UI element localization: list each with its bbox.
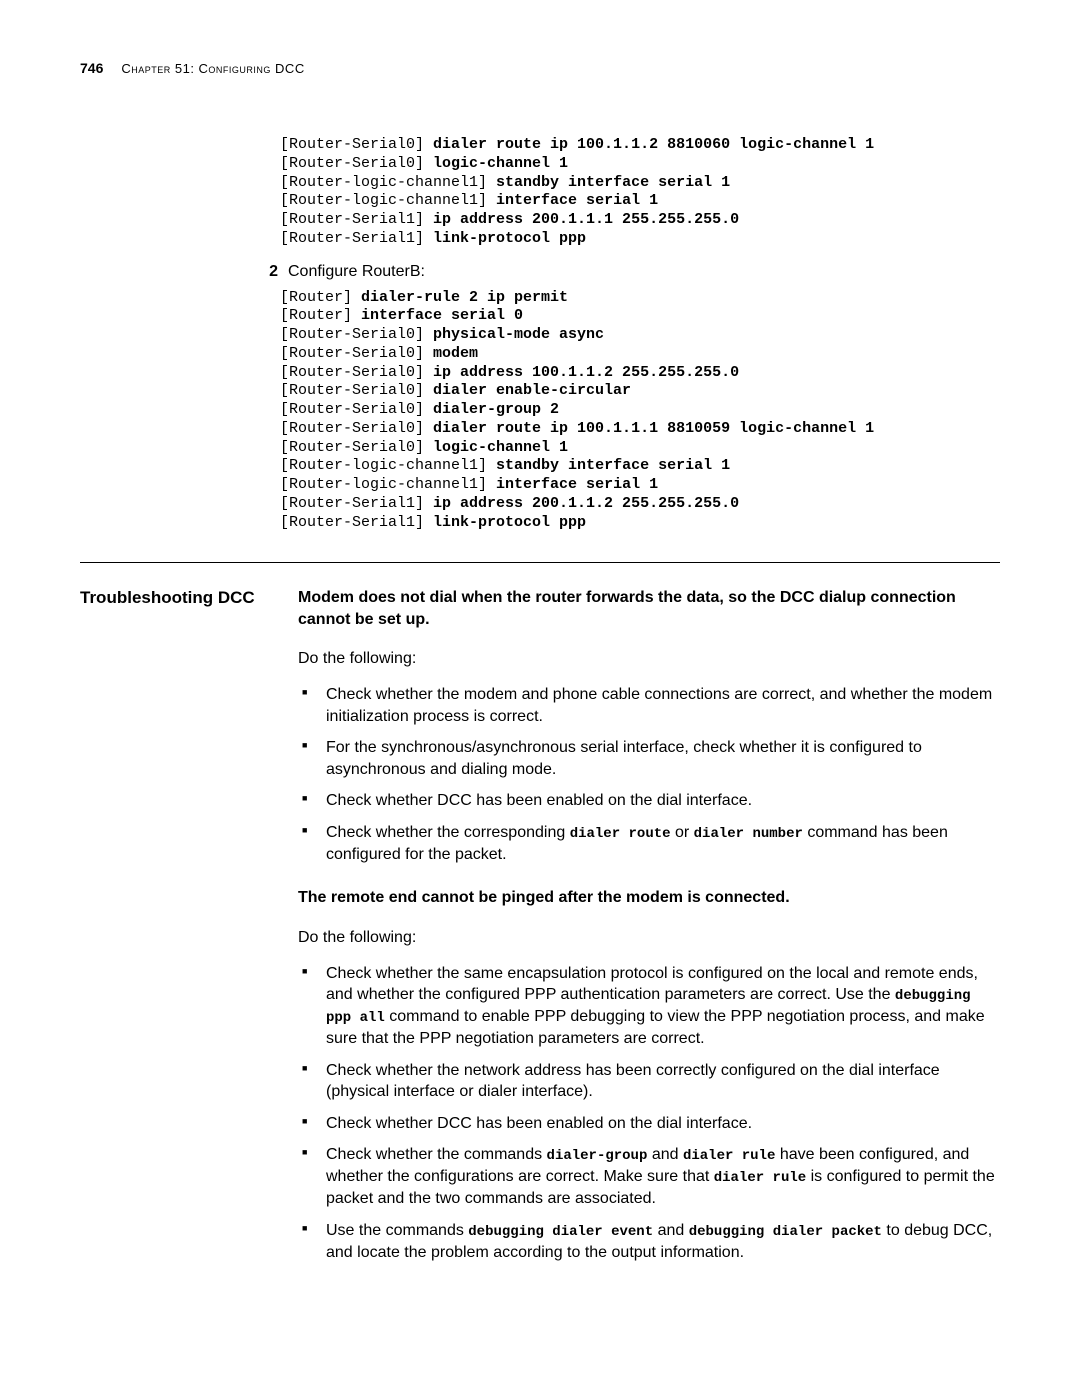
code-line: [Router-Serial0] ip address 100.1.1.2 25…	[280, 364, 739, 381]
list-item: Check whether the network address has be…	[298, 1060, 1000, 1103]
inline-code: debugging dialer event	[468, 1224, 653, 1240]
code-line: [Router-Serial0] dialer route ip 100.1.1…	[280, 136, 874, 153]
code-block-b-wrapper: [Router] dialer-rule 2 ip permit [Router…	[280, 289, 1000, 533]
list-item: Check whether the modem and phone cable …	[298, 684, 1000, 727]
inline-code: dialer number	[694, 826, 803, 842]
bullet-list-1: Check whether the modem and phone cable …	[298, 684, 1000, 865]
inline-code: debugging dialer packet	[689, 1224, 882, 1240]
issue-heading-2: The remote end cannot be pinged after th…	[298, 887, 1000, 909]
inline-code: dialer-group	[547, 1148, 648, 1164]
code-line: [Router-Serial0] logic-channel 1	[280, 439, 568, 456]
code-line: [Router-Serial0] dialer route ip 100.1.1…	[280, 420, 874, 437]
code-line: [Router-Serial0] dialer-group 2	[280, 401, 559, 418]
page: 746 Chapter 51: Configuring DCC [Router-…	[0, 0, 1080, 1341]
troubleshooting-section: Troubleshooting DCC Modem does not dial …	[80, 587, 1000, 1281]
step-2: 2 Configure RouterB:	[264, 263, 1000, 281]
code-line: [Router-Serial0] logic-channel 1	[280, 155, 568, 172]
inline-code: dialer rule	[714, 1170, 806, 1186]
step-number: 2	[264, 263, 278, 281]
section-body: Modem does not dial when the router forw…	[298, 587, 1000, 1281]
code-line: [Router-Serial1] ip address 200.1.1.1 25…	[280, 211, 739, 228]
inline-code: dialer rule	[683, 1148, 775, 1164]
code-line: [Router-Serial0] modem	[280, 345, 478, 362]
page-header: 746 Chapter 51: Configuring DCC	[80, 60, 1000, 76]
list-item: Check whether DCC has been enabled on th…	[298, 1113, 1000, 1135]
code-line: [Router-Serial1] link-protocol ppp	[280, 514, 586, 531]
code-line: [Router] interface serial 0	[280, 307, 523, 324]
list-item: Use the commands debugging dialer event …	[298, 1220, 1000, 1263]
code-line: [Router-Serial1] ip address 200.1.1.2 25…	[280, 495, 739, 512]
code-line: [Router-Serial0] physical-mode async	[280, 326, 604, 343]
code-line: [Router-logic-channel1] standby interfac…	[280, 457, 730, 474]
code-line: [Router] dialer-rule 2 ip permit	[280, 289, 568, 306]
chapter-title: Chapter 51: Configuring DCC	[121, 61, 304, 76]
issue-heading-1: Modem does not dial when the router forw…	[298, 587, 1000, 630]
list-item: For the synchronous/asynchronous serial …	[298, 737, 1000, 780]
code-line: [Router-logic-channel1] interface serial…	[280, 192, 658, 209]
code-block-a: [Router-Serial0] dialer route ip 100.1.1…	[280, 136, 1000, 249]
inline-code: dialer route	[570, 826, 671, 842]
section-label: Troubleshooting DCC	[80, 587, 270, 1281]
do-following-1: Do the following:	[298, 648, 1000, 670]
list-item: Check whether the corresponding dialer r…	[298, 822, 1000, 865]
code-line: [Router-logic-channel1] interface serial…	[280, 476, 658, 493]
do-following-2: Do the following:	[298, 927, 1000, 949]
list-item: Check whether the commands dialer-group …	[298, 1144, 1000, 1209]
code-block-a-wrapper: [Router-Serial0] dialer route ip 100.1.1…	[280, 136, 1000, 249]
list-item: Check whether the same encapsulation pro…	[298, 963, 1000, 1050]
code-block-b: [Router] dialer-rule 2 ip permit [Router…	[280, 289, 1000, 533]
code-line: [Router-logic-channel1] standby interfac…	[280, 174, 730, 191]
code-line: [Router-Serial0] dialer enable-circular	[280, 382, 631, 399]
bullet-list-2: Check whether the same encapsulation pro…	[298, 963, 1000, 1264]
list-item: Check whether DCC has been enabled on th…	[298, 790, 1000, 812]
step-text: Configure RouterB:	[288, 263, 425, 281]
section-divider	[80, 562, 1000, 563]
code-line: [Router-Serial1] link-protocol ppp	[280, 230, 586, 247]
page-number: 746	[80, 60, 103, 76]
